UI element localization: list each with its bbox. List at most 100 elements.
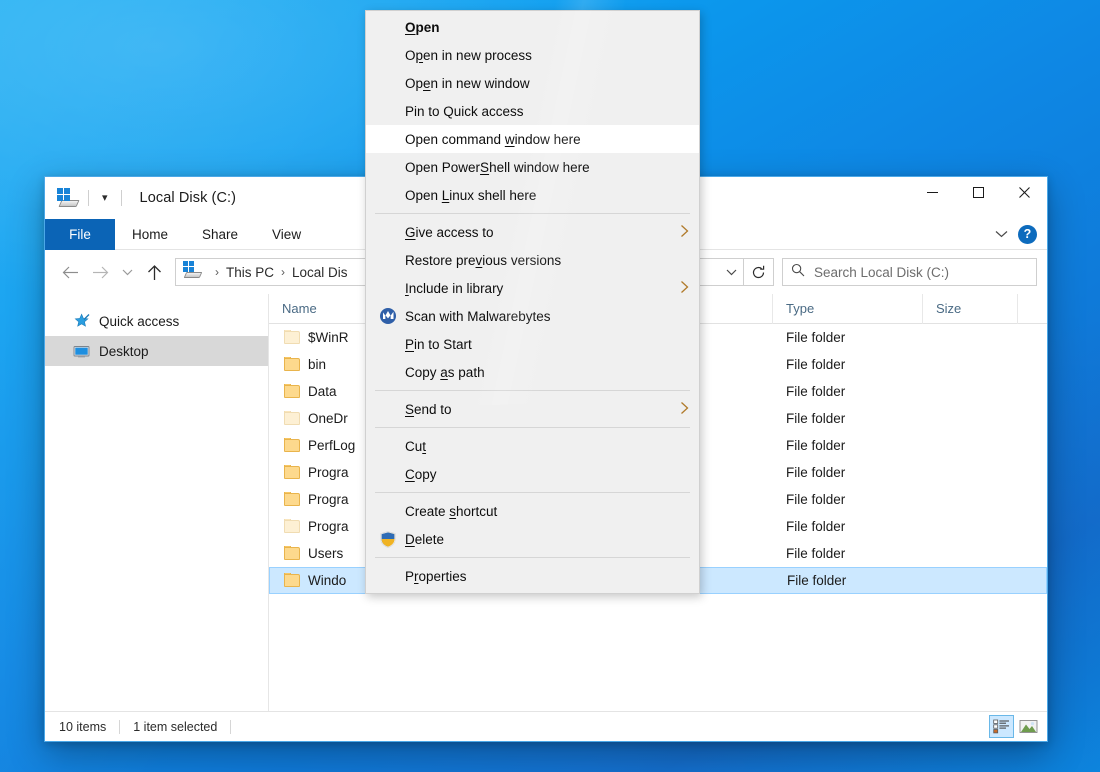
folder-icon <box>284 357 300 371</box>
folder-icon <box>284 384 300 398</box>
menu-item-open[interactable]: Open <box>366 13 699 41</box>
address-drive-icon <box>183 261 203 283</box>
breadcrumb-local-disk[interactable]: Local Dis <box>292 265 348 280</box>
forward-button[interactable] <box>85 257 115 287</box>
search-placeholder: Search Local Disk (C:) <box>814 264 950 280</box>
type-cell: File folder <box>786 411 846 426</box>
menu-item-copy[interactable]: Copy <box>366 460 699 488</box>
malwarebytes-icon <box>378 308 398 324</box>
menu-item-restore-previous-versions[interactable]: Restore previous versions <box>366 246 699 274</box>
breadcrumb-separator: › <box>215 265 219 279</box>
breadcrumb-separator: › <box>281 265 286 279</box>
menu-item-open-in-new-process[interactable]: Open in new process <box>366 41 699 69</box>
quick-access-toolbar-dropdown[interactable]: ▾ <box>98 191 112 206</box>
menu-item-label: Properties <box>405 568 467 584</box>
address-dropdown-chevron-down-icon[interactable] <box>718 263 737 281</box>
menu-item-open-linux-shell-here[interactable]: Open Linux shell here <box>366 181 699 209</box>
file-name-label: Users <box>308 546 344 561</box>
menu-separator <box>375 390 690 391</box>
maximize-button[interactable] <box>955 177 1001 208</box>
details-view-icon <box>993 719 1009 734</box>
menu-item-include-in-library[interactable]: Include in library <box>366 274 699 302</box>
menu-item-open-powershell-window-here[interactable]: Open PowerShell window here <box>366 153 699 181</box>
expand-ribbon-chevron-down-icon[interactable] <box>995 225 1008 243</box>
menu-item-label: Open PowerShell window here <box>405 159 590 175</box>
column-header-type[interactable]: Type <box>773 293 923 324</box>
menu-item-label: Pin to Start <box>405 336 472 352</box>
large-icons-view-icon <box>1019 720 1038 733</box>
column-header-size[interactable]: Size <box>923 293 1018 324</box>
file-name-label: Windo <box>308 573 347 588</box>
recent-locations-button[interactable] <box>115 257 139 287</box>
large-icons-view-button[interactable] <box>1016 715 1041 738</box>
sidebar-item-desktop[interactable]: Desktop <box>45 336 268 366</box>
breadcrumb-this-pc[interactable]: This PC <box>226 265 274 280</box>
maximize-icon <box>972 187 984 198</box>
tab-home[interactable]: Home <box>115 219 185 250</box>
tab-view[interactable]: View <box>255 219 318 250</box>
menu-item-label: Open <box>405 19 440 35</box>
type-cell: File folder <box>786 330 846 345</box>
minimize-button[interactable] <box>909 177 955 208</box>
menu-item-scan-with-malwarebytes[interactable]: Scan with Malwarebytes <box>366 302 699 330</box>
folder-icon <box>284 573 300 587</box>
item-count-label: 10 items <box>59 719 107 734</box>
menu-item-label: Restore previous versions <box>405 252 562 268</box>
menu-item-open-in-new-window[interactable]: Open in new window <box>366 69 699 97</box>
folder-icon <box>284 411 300 425</box>
pin-star-icon <box>73 312 90 330</box>
menu-item-pin-to-start[interactable]: Pin to Start <box>366 330 699 358</box>
submenu-chevron-right-icon <box>680 401 689 418</box>
refresh-icon <box>752 265 765 278</box>
file-name-label: PerfLog <box>308 438 356 453</box>
tab-share[interactable]: Share <box>185 219 255 250</box>
menu-item-label: Give access to <box>405 224 494 240</box>
file-name-label: Data <box>308 384 337 399</box>
menu-item-open-command-window-here[interactable]: Open command window here <box>366 125 699 153</box>
window-title: Local Disk (C:) <box>139 190 237 206</box>
tab-file[interactable]: File <box>45 219 115 250</box>
menu-item-label: Send to <box>405 401 452 417</box>
menu-separator <box>375 557 690 558</box>
up-button[interactable] <box>139 257 169 287</box>
menu-item-cut[interactable]: Cut <box>366 432 699 460</box>
menu-item-pin-to-quick-access[interactable]: Pin to Quick access <box>366 97 699 125</box>
divider <box>119 719 121 734</box>
sidebar-item-quick-access[interactable]: Quick access <box>45 306 268 336</box>
file-name-label: Progra <box>308 519 349 534</box>
menu-separator <box>375 427 690 428</box>
menu-item-label: Scan with Malwarebytes <box>405 308 551 324</box>
menu-item-give-access-to[interactable]: Give access to <box>366 218 699 246</box>
menu-item-copy-as-path[interactable]: Copy as path <box>366 358 699 386</box>
refresh-button[interactable] <box>744 258 774 286</box>
folder-icon <box>284 492 300 506</box>
type-cell: File folder <box>787 573 847 588</box>
type-cell: File folder <box>786 465 846 480</box>
close-button[interactable] <box>1001 177 1047 208</box>
type-cell: File folder <box>786 384 846 399</box>
menu-item-delete[interactable]: Delete <box>366 525 699 553</box>
menu-separator <box>375 213 690 214</box>
menu-item-properties[interactable]: Properties <box>366 562 699 590</box>
menu-item-label: Cut <box>405 438 427 454</box>
menu-item-label: Open Linux shell here <box>405 187 537 203</box>
back-button[interactable] <box>55 257 85 287</box>
menu-item-label: Open in new process <box>405 47 532 63</box>
close-icon <box>1018 187 1030 198</box>
details-view-button[interactable] <box>989 715 1014 738</box>
menu-item-label: Create shortcut <box>405 503 498 519</box>
file-name-label: Progra <box>308 492 349 507</box>
submenu-chevron-right-icon <box>680 224 689 241</box>
menu-item-label: Copy <box>405 466 437 482</box>
folder-icon <box>284 546 300 560</box>
menu-item-send-to[interactable]: Send to <box>366 395 699 423</box>
sidebar-item-label: Quick access <box>99 313 180 329</box>
menu-separator <box>375 492 690 493</box>
search-box[interactable]: Search Local Disk (C:) <box>782 258 1037 286</box>
folder-icon <box>284 519 300 533</box>
help-button[interactable]: ? <box>1018 224 1037 244</box>
up-arrow-icon <box>147 264 161 280</box>
menu-item-create-shortcut[interactable]: Create shortcut <box>366 497 699 525</box>
search-icon <box>791 263 805 282</box>
file-name-label: OneDr <box>308 411 348 426</box>
